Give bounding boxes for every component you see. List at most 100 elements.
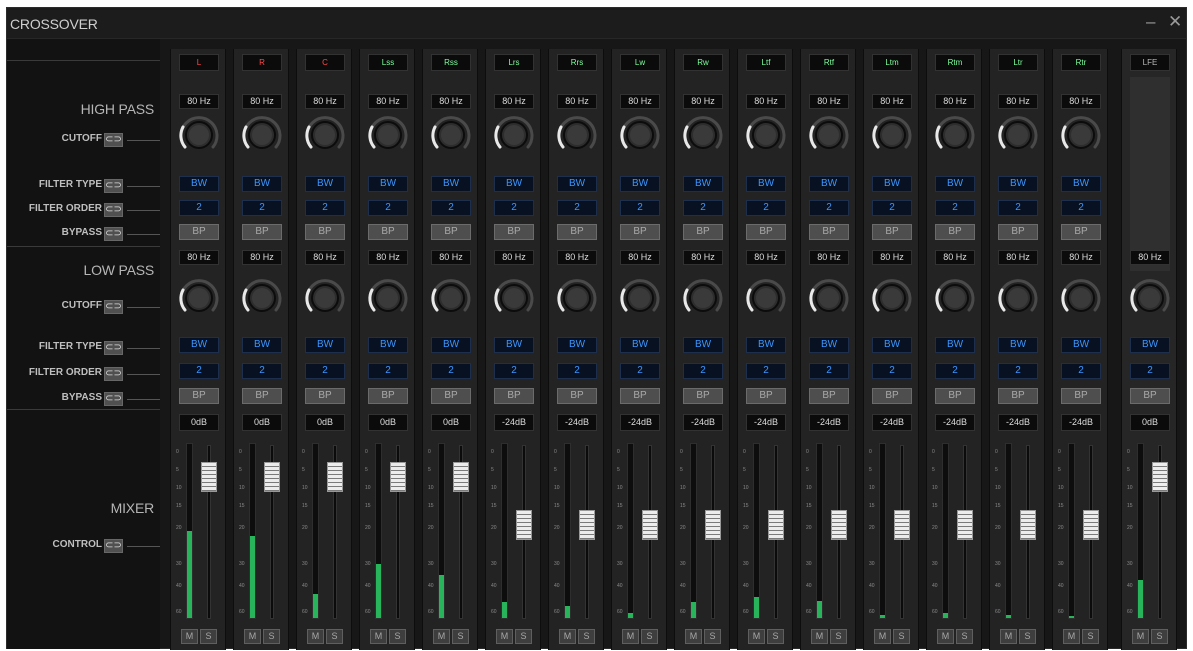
mute-button[interactable]: M <box>433 629 450 644</box>
fader-handle[interactable] <box>579 509 595 540</box>
gain-value[interactable]: -24dB <box>1061 414 1101 431</box>
hp-filter-order-value[interactable]: 2 <box>494 200 534 216</box>
solo-button[interactable]: S <box>452 629 469 644</box>
fader-handle[interactable] <box>327 462 343 493</box>
hp-cutoff-value[interactable]: 80 Hz <box>368 94 408 109</box>
hp-bypass-button[interactable]: BP <box>557 224 597 240</box>
hp-cutoff-knob[interactable] <box>178 114 220 156</box>
hp-cutoff-knob[interactable] <box>304 114 346 156</box>
hp-filter-order-value[interactable]: 2 <box>368 200 408 216</box>
hp-cutoff-knob[interactable] <box>745 114 787 156</box>
mute-button[interactable]: M <box>874 629 891 644</box>
lp-cutoff-value[interactable]: 80 Hz <box>935 250 975 265</box>
hp-cutoff-knob[interactable] <box>367 114 409 156</box>
hp-cutoff-value[interactable]: 80 Hz <box>620 94 660 109</box>
lp-filter-type-value[interactable]: BW <box>935 337 975 353</box>
lp-cutoff-value[interactable]: 80 Hz <box>1130 250 1170 265</box>
lp-filter-type-value[interactable]: BW <box>242 337 282 353</box>
mute-button[interactable]: M <box>748 629 765 644</box>
hp-bypass-button[interactable]: BP <box>620 224 660 240</box>
hp-filter-type-value[interactable]: BW <box>242 176 282 192</box>
lp-cutoff-knob[interactable] <box>682 277 724 319</box>
hp-filter-type-value[interactable]: BW <box>305 176 345 192</box>
lp-filter-order-link-button[interactable]: ⊂⊃ <box>104 367 123 381</box>
lp-cutoff-value[interactable]: 80 Hz <box>683 250 723 265</box>
lp-bypass-button[interactable]: BP <box>872 388 912 404</box>
lp-bypass-button[interactable]: BP <box>242 388 282 404</box>
mute-button[interactable]: M <box>181 629 198 644</box>
mute-button[interactable]: M <box>685 629 702 644</box>
hp-filter-type-value[interactable]: BW <box>368 176 408 192</box>
lp-filter-order-value[interactable]: 2 <box>935 363 975 379</box>
fader-handle[interactable] <box>453 462 469 493</box>
lp-cutoff-value[interactable]: 80 Hz <box>872 250 912 265</box>
lp-bypass-button[interactable]: BP <box>431 388 471 404</box>
lp-filter-order-value[interactable]: 2 <box>557 363 597 379</box>
solo-button[interactable]: S <box>326 629 343 644</box>
hp-filter-type-link-button[interactable]: ⊂⊃ <box>104 179 123 193</box>
lp-filter-type-value[interactable]: BW <box>557 337 597 353</box>
hp-cutoff-value[interactable]: 80 Hz <box>746 94 786 109</box>
fader-handle[interactable] <box>768 509 784 540</box>
lp-filter-order-value[interactable]: 2 <box>494 363 534 379</box>
hp-cutoff-value[interactable]: 80 Hz <box>683 94 723 109</box>
lp-filter-type-link-button[interactable]: ⊂⊃ <box>104 341 123 355</box>
lp-cutoff-value[interactable]: 80 Hz <box>368 250 408 265</box>
lp-bypass-button[interactable]: BP <box>683 388 723 404</box>
hp-cutoff-value[interactable]: 80 Hz <box>305 94 345 109</box>
fader-handle[interactable] <box>1152 462 1168 493</box>
lp-bypass-button[interactable]: BP <box>179 388 219 404</box>
hp-filter-order-value[interactable]: 2 <box>557 200 597 216</box>
fader-handle[interactable] <box>642 509 658 540</box>
hp-filter-order-value[interactable]: 2 <box>179 200 219 216</box>
fader-handle[interactable] <box>705 509 721 540</box>
lp-filter-type-value[interactable]: BW <box>620 337 660 353</box>
lp-cutoff-knob[interactable] <box>430 277 472 319</box>
solo-button[interactable]: S <box>1082 629 1099 644</box>
solo-button[interactable]: S <box>1151 629 1168 644</box>
lp-filter-order-value[interactable]: 2 <box>431 363 471 379</box>
solo-button[interactable]: S <box>1019 629 1036 644</box>
lp-cutoff-value[interactable]: 80 Hz <box>179 250 219 265</box>
solo-button[interactable]: S <box>200 629 217 644</box>
lp-filter-type-value[interactable]: BW <box>1061 337 1101 353</box>
hp-cutoff-knob[interactable] <box>430 114 472 156</box>
hp-bypass-button[interactable]: BP <box>683 224 723 240</box>
close-button[interactable]: ✕ <box>1168 12 1182 32</box>
lp-filter-type-value[interactable]: BW <box>872 337 912 353</box>
gain-value[interactable]: -24dB <box>998 414 1038 431</box>
gain-value[interactable]: -24dB <box>935 414 975 431</box>
hp-cutoff-value[interactable]: 80 Hz <box>935 94 975 109</box>
hp-cutoff-knob[interactable] <box>997 114 1039 156</box>
lp-filter-order-value[interactable]: 2 <box>620 363 660 379</box>
lp-cutoff-knob[interactable] <box>241 277 283 319</box>
gain-value[interactable]: -24dB <box>683 414 723 431</box>
fader-handle[interactable] <box>390 462 406 493</box>
lp-filter-type-value[interactable]: BW <box>1130 337 1170 353</box>
solo-button[interactable]: S <box>830 629 847 644</box>
mute-button[interactable]: M <box>1132 629 1149 644</box>
mute-button[interactable]: M <box>244 629 261 644</box>
lp-filter-order-value[interactable]: 2 <box>1061 363 1101 379</box>
lp-cutoff-link-button[interactable]: ⊂⊃ <box>104 300 123 314</box>
hp-bypass-button[interactable]: BP <box>242 224 282 240</box>
hp-cutoff-link-button[interactable]: ⊂⊃ <box>104 133 123 147</box>
hp-cutoff-value[interactable]: 80 Hz <box>557 94 597 109</box>
hp-bypass-button[interactable]: BP <box>809 224 849 240</box>
lp-cutoff-value[interactable]: 80 Hz <box>746 250 786 265</box>
solo-button[interactable]: S <box>893 629 910 644</box>
hp-cutoff-knob[interactable] <box>619 114 661 156</box>
fader-handle[interactable] <box>264 462 280 493</box>
hp-filter-type-value[interactable]: BW <box>494 176 534 192</box>
lp-filter-type-value[interactable]: BW <box>998 337 1038 353</box>
hp-cutoff-knob[interactable] <box>871 114 913 156</box>
hp-bypass-button[interactable]: BP <box>1061 224 1101 240</box>
hp-cutoff-knob[interactable] <box>1060 114 1102 156</box>
lp-filter-order-value[interactable]: 2 <box>998 363 1038 379</box>
lp-filter-type-value[interactable]: BW <box>809 337 849 353</box>
solo-button[interactable]: S <box>389 629 406 644</box>
hp-cutoff-knob[interactable] <box>241 114 283 156</box>
fader-handle[interactable] <box>1083 509 1099 540</box>
solo-button[interactable]: S <box>263 629 280 644</box>
mute-button[interactable]: M <box>370 629 387 644</box>
